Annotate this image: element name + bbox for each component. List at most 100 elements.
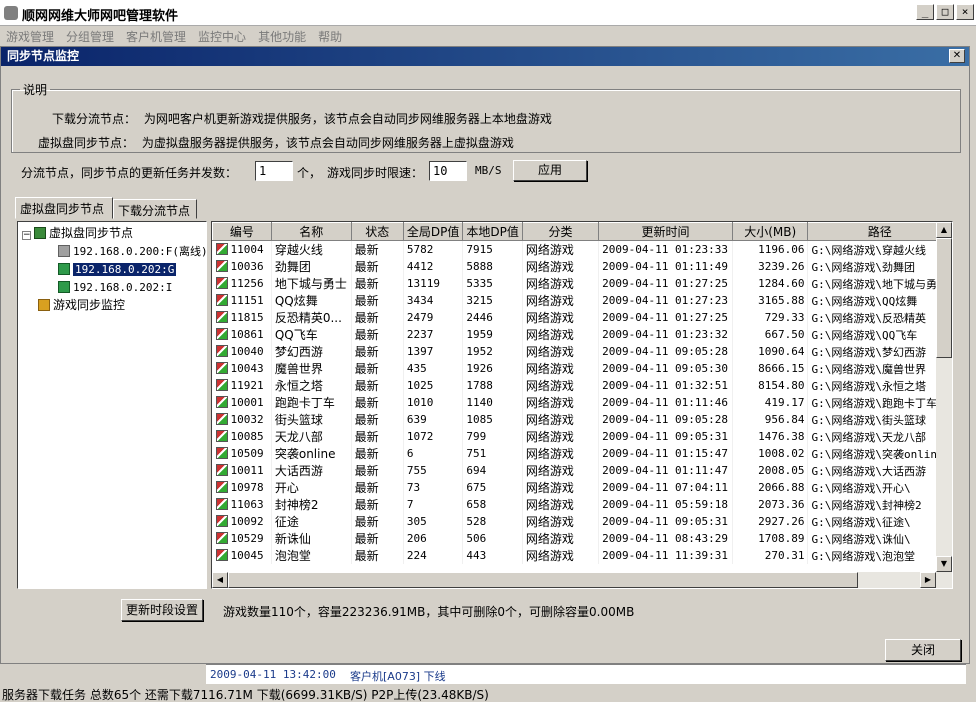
table-row[interactable]: 10045 泡泡堂 最新 224 443 网络游戏 2009-04-11 11:39:31 2… xyxy=(212,547,952,564)
horizontal-scrollbar[interactable]: ◀ ▶ xyxy=(212,572,952,588)
table-row[interactable]: 10036 劲舞团 最新 4412 5888 网络游戏 2009-04-11 01:11:4… xyxy=(212,258,952,275)
dialog-close-icon[interactable]: ✕ xyxy=(949,49,965,63)
table-cell: 2009-04-11 09:05:30 xyxy=(598,360,733,377)
close-button[interactable]: 关闭 xyxy=(885,639,961,661)
table-row[interactable]: 10529 新诛仙 最新 206 506 网络游戏 2009-04-11 08:43:29 1… xyxy=(212,530,952,547)
table-row[interactable]: 10032 街头篮球 最新 639 1085 网络游戏 2009-04-11 09:05:2… xyxy=(212,411,952,428)
table-cell: 10043 xyxy=(212,360,272,377)
table-cell: G:\网络游戏\天龙八部 xyxy=(807,428,952,445)
table-row[interactable]: 10861 QQ飞车 最新 2237 1959 网络游戏 2009-04-11 01:23:… xyxy=(212,326,952,343)
table-cell: 网络游戏 xyxy=(522,360,600,377)
table-row[interactable]: 10085 天龙八部 最新 1072 799 网络游戏 2009-04-11 09:05:3… xyxy=(212,428,952,445)
tree-expander[interactable]: − xyxy=(22,231,31,240)
minimize-icon[interactable]: _ xyxy=(916,4,934,20)
table-cell: 最新 xyxy=(351,343,404,360)
column-header[interactable]: 编号 xyxy=(212,222,272,241)
tab-download-node[interactable]: 下载分流节点 xyxy=(113,199,197,219)
concurrency-input[interactable]: 1 xyxy=(255,161,293,181)
table-cell: 泡泡堂 xyxy=(271,547,352,564)
maximize-icon[interactable]: □ xyxy=(936,4,954,20)
table-cell: 最新 xyxy=(351,547,404,564)
table-row[interactable]: 11004 穿越火线 最新 5782 7915 网络游戏 2009-04-11 01:23:… xyxy=(212,240,952,258)
table-row[interactable]: 11063 封神榜2 最新 7 658 网络游戏 2009-04-11 05:59:18 20… xyxy=(212,496,952,513)
table-cell: G:\网络游戏\泡泡堂 xyxy=(807,547,952,564)
menu-bar: 游戏管理 分组管理 客户机管理 监控中心 其他功能 帮助 xyxy=(0,26,976,46)
scroll-left-icon[interactable]: ◀ xyxy=(212,572,228,588)
table-cell: 网络游戏 xyxy=(522,462,600,479)
table-row[interactable]: 11256 地下城与勇士 最新 13119 5335 网络游戏 2009-04-11 01:… xyxy=(212,275,952,292)
table-row[interactable]: 11815 反恐精英0... 最新 2479 2446 网络游戏 2009-04-11 01… xyxy=(212,309,952,326)
node-tree: − 虚拟盘同步节点 192.168.0.200:F(离线) 192.168.0.2… xyxy=(17,221,208,589)
menu-game-manage[interactable]: 游戏管理 xyxy=(0,26,60,47)
description-legend: 说明 xyxy=(23,83,48,97)
apply-button[interactable]: 应用 xyxy=(513,160,587,181)
table-cell: 11004 xyxy=(212,240,272,258)
speed-label: 游戏同步时限速： xyxy=(327,166,424,180)
menu-monitor-center[interactable]: 监控中心 xyxy=(192,26,252,47)
table-cell: G:\网络游戏\梦幻西游 xyxy=(807,343,952,360)
table-cell: 网络游戏 xyxy=(522,411,600,428)
table-row[interactable]: 10011 大话西游 最新 755 694 网络游戏 2009-04-11 01:11:47… xyxy=(212,462,952,479)
tree-node-selected[interactable]: 192.168.0.202:G xyxy=(58,261,177,277)
column-header[interactable]: 本地DP值 xyxy=(462,222,523,241)
column-header[interactable]: 全局DP值 xyxy=(402,222,464,241)
table-cell: 天龙八部 xyxy=(271,428,352,445)
tree-game-sync-monitor[interactable]: 游戏同步监控 xyxy=(38,297,125,313)
table-row[interactable]: 10040 梦幻西游 最新 1397 1952 网络游戏 2009-04-11 09:05:… xyxy=(212,343,952,360)
horizontal-scroll-thumb[interactable] xyxy=(228,572,858,588)
log-time: 2009-04-11 13:42:00 xyxy=(210,668,336,681)
table-cell: 2237 xyxy=(403,326,464,343)
speed-limit-input[interactable]: 10 xyxy=(429,161,467,181)
table-cell: 1788 xyxy=(462,377,523,394)
tree-node-offline[interactable]: 192.168.0.200:F(离线) xyxy=(58,243,208,259)
table-cell: 956.84 xyxy=(732,411,809,428)
table-cell: 2066.88 xyxy=(732,479,809,496)
concurrency-label: 分流节点，同步节点的更新任务并发数： xyxy=(21,166,238,180)
table-cell: 最新 xyxy=(351,275,404,292)
tree-node-i[interactable]: 192.168.0.202:I xyxy=(58,279,172,295)
column-header[interactable]: 状态 xyxy=(350,222,404,241)
scroll-right-icon[interactable]: ▶ xyxy=(920,572,936,588)
menu-group-manage[interactable]: 分组管理 xyxy=(60,26,120,47)
game-sync-status-icon xyxy=(215,311,228,323)
table-cell: 2479 xyxy=(403,309,464,326)
vertical-scrollbar[interactable]: ▲ ▼ xyxy=(936,222,952,572)
column-header[interactable]: 大小(MB) xyxy=(731,222,809,241)
table-cell: 751 xyxy=(462,445,523,462)
column-header[interactable]: 路径 xyxy=(807,222,952,241)
close-icon[interactable]: × xyxy=(956,4,974,20)
scroll-down-icon[interactable]: ▼ xyxy=(936,556,952,572)
table-row[interactable]: 11151 QQ炫舞 最新 3434 3215 网络游戏 2009-04-11 01:27:… xyxy=(212,292,952,309)
table-row[interactable]: 10001 跑跑卡丁车 最新 1010 1140 网络游戏 2009-04-11 01:11… xyxy=(212,394,952,411)
game-id: 10036 xyxy=(230,260,264,273)
menu-help[interactable]: 帮助 xyxy=(312,26,348,47)
scroll-up-icon[interactable]: ▲ xyxy=(936,222,952,238)
table-cell: 大话西游 xyxy=(271,462,352,479)
table-row[interactable]: 10978 开心 最新 73 675 网络游戏 2009-04-11 07:04:11 206… xyxy=(212,479,952,496)
game-table: 编号 名称 状态 全局DP值 本地DP值 分类 更新时间 大小(MB) 路径 11004 穿越火线… xyxy=(212,222,952,564)
table-row[interactable]: 10509 突袭online 最新 6 751 网络游戏 2009-04-11 01:15:… xyxy=(212,445,952,462)
column-header[interactable]: 分类 xyxy=(521,222,600,241)
table-cell: G:\网络游戏\劲舞团 xyxy=(807,258,952,275)
table-cell: 506 xyxy=(462,530,523,547)
tree-root[interactable]: − 虚拟盘同步节点 xyxy=(22,225,133,241)
tab-virtual-sync-node[interactable]: 虚拟盘同步节点 xyxy=(15,197,113,219)
vertical-scroll-thumb[interactable] xyxy=(936,238,952,358)
table-cell: 最新 xyxy=(351,479,404,496)
game-id: 10085 xyxy=(230,430,264,443)
status-bar: 服务器下载任务 总数65个 还需下载7116.71M 下载(6699.31KB/… xyxy=(0,684,976,702)
table-cell: 最新 xyxy=(351,360,404,377)
game-id: 10001 xyxy=(230,396,264,409)
table-cell: 1952 xyxy=(462,343,523,360)
menu-client-manage[interactable]: 客户机管理 xyxy=(120,26,192,47)
menu-other-functions[interactable]: 其他功能 xyxy=(252,26,312,47)
column-header[interactable]: 更新时间 xyxy=(598,222,733,241)
table-row[interactable]: 10043 魔兽世界 最新 435 1926 网络游戏 2009-04-11 09:05:3… xyxy=(212,360,952,377)
table-cell: QQ炫舞 xyxy=(271,292,352,309)
table-row[interactable]: 10092 征途 最新 305 528 网络游戏 2009-04-11 09:05:31 29… xyxy=(212,513,952,530)
column-header[interactable]: 名称 xyxy=(270,222,352,241)
table-cell: 10529 xyxy=(212,530,272,547)
table-cell: 11921 xyxy=(212,377,272,394)
update-schedule-button[interactable]: 更新时段设置 xyxy=(121,599,203,621)
table-row[interactable]: 11921 永恒之塔 最新 1025 1788 网络游戏 2009-04-11 01:32:… xyxy=(212,377,952,394)
